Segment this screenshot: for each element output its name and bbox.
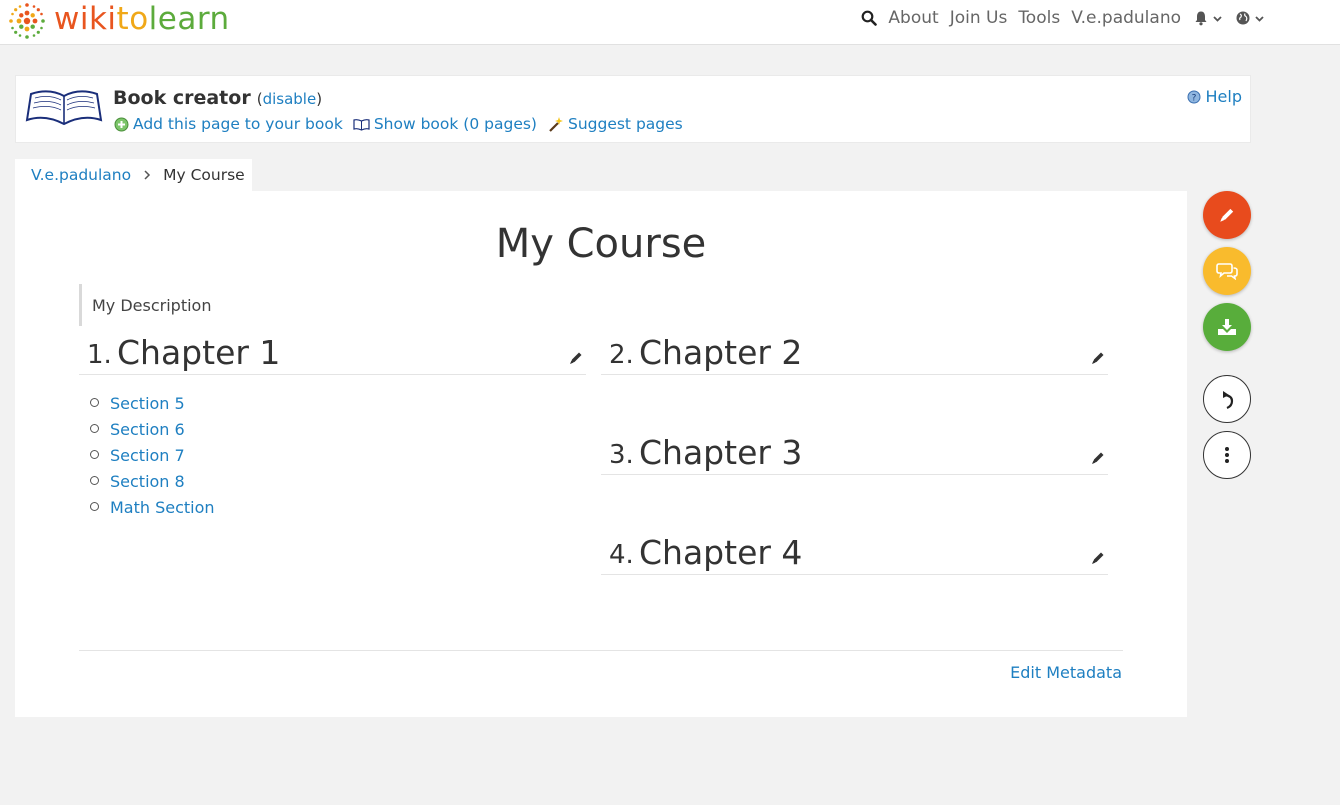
breadcrumb-parent-link[interactable]: V.e.padulano [31,166,131,184]
chapter-number: 1. [87,340,112,370]
section-link[interactable]: Section 8 [110,472,185,491]
circle-bullet-icon [90,398,99,407]
nav-about-link[interactable]: About [888,8,938,28]
chevron-down-icon [1255,15,1264,22]
list-item: Section 5 [90,390,215,416]
top-navbar: wikitolearn About Join Us Tools V.e.padu… [0,0,1340,45]
list-item: Section 8 [90,468,215,494]
language-dropdown[interactable] [1235,10,1265,26]
chapter-heading: 2. Chapter 2 [601,333,1108,375]
suggest-pages-action[interactable]: Suggest pages [547,115,683,133]
chapter-heading: 3. Chapter 3 [601,433,1108,475]
chapter-1-section-list: Section 5 Section 6 Section 7 Section 8 … [90,390,215,520]
notifications-dropdown[interactable] [1193,10,1223,26]
add-page-to-book-action[interactable]: Add this page to your book [114,115,343,133]
book-creator-panel: Book creator (disable) Add this page to … [15,75,1251,143]
chapter-heading: 4. Chapter 4 [601,533,1108,575]
svg-text:?: ? [1191,93,1196,103]
edit-page-button[interactable] [1203,191,1251,239]
page-title: My Course [495,221,707,267]
show-book-action[interactable]: Show book (0 pages) [353,115,537,133]
course-content: My Course My Description 1. Chapter 1 Se… [15,191,1187,717]
more-vertical-icon [1225,447,1229,463]
magic-wand-icon [549,116,563,132]
circle-bullet-icon [90,450,99,459]
book-creator-title: Book creator (disable) [113,87,323,109]
logo-wordmark: wikitolearn [54,1,230,37]
chapter-title-link[interactable]: Chapter 1 [117,333,280,372]
section-link[interactable]: Math Section [110,498,215,517]
nav-tools-link[interactable]: Tools [1018,8,1060,28]
small-book-icon [353,118,370,131]
chapter-number: 3. [609,440,634,470]
chapter-number: 2. [609,340,634,370]
comments-icon [1216,263,1238,280]
help-link-container[interactable]: ? Help [1187,87,1242,106]
breadcrumb: V.e.padulano My Course [15,159,252,191]
disable-book-creator-link[interactable]: disable [263,90,317,108]
pencil-icon[interactable] [1090,450,1106,466]
pencil-icon[interactable] [568,350,584,366]
pencil-icon [1220,208,1234,222]
divider [79,650,1123,651]
chevron-right-icon [144,170,151,180]
search-button[interactable] [861,10,878,26]
download-button[interactable] [1203,303,1251,351]
open-book-icon [25,90,103,126]
section-link[interactable]: Section 6 [110,420,185,439]
discussion-button[interactable] [1203,247,1251,295]
book-creator-heading: Book creator [113,87,251,109]
circle-bullet-icon [90,476,99,485]
show-book-link[interactable]: Show book (0 pages) [374,115,537,133]
logo-part-learn: learn [148,1,230,37]
chapter-title-link[interactable]: Chapter 2 [639,333,802,372]
circle-bullet-icon [90,424,99,433]
suggest-pages-link[interactable]: Suggest pages [568,115,683,133]
chapter-title-link[interactable]: Chapter 4 [639,533,802,572]
section-link[interactable]: Section 5 [110,394,185,413]
wikitolearn-logo[interactable]: wikitolearn [6,0,230,42]
nav-user-link[interactable]: V.e.padulano [1071,8,1181,28]
list-item: Math Section [90,494,215,520]
logo-part-wiki: wiki [54,1,117,37]
course-description: My Description [79,284,211,326]
download-icon [1218,319,1236,335]
bell-icon [1195,11,1207,26]
search-icon [862,10,878,26]
nav-join-us-link[interactable]: Join Us [950,8,1008,28]
chapter-title-link[interactable]: Chapter 3 [639,433,802,472]
globe-icon [1236,11,1250,25]
help-link[interactable]: Help [1206,87,1242,106]
header-nav: About Join Us Tools V.e.padulano [849,8,1265,28]
pencil-icon[interactable] [1090,550,1106,566]
chevron-down-icon [1213,15,1222,22]
circle-bullet-icon [90,502,99,511]
help-icon: ? [1187,90,1201,103]
course-description-text: My Description [92,295,212,315]
logo-dots-icon [9,3,45,39]
undo-icon [1223,391,1234,410]
section-link[interactable]: Section 7 [110,446,185,465]
history-button[interactable] [1203,375,1251,423]
logo-part-to: to [116,1,149,37]
chapter-number: 4. [609,540,634,570]
more-options-button[interactable] [1203,431,1251,479]
add-circle-icon [114,117,129,131]
list-item: Section 7 [90,442,215,468]
add-page-to-book-link[interactable]: Add this page to your book [133,115,343,133]
pencil-icon[interactable] [1090,350,1106,366]
chapter-heading: 1. Chapter 1 [79,333,586,375]
breadcrumb-current: My Course [163,166,245,184]
list-item: Section 6 [90,416,215,442]
edit-metadata-link[interactable]: Edit Metadata [1010,663,1122,682]
book-creator-actions: Add this page to your book Show book (0 … [114,115,693,133]
